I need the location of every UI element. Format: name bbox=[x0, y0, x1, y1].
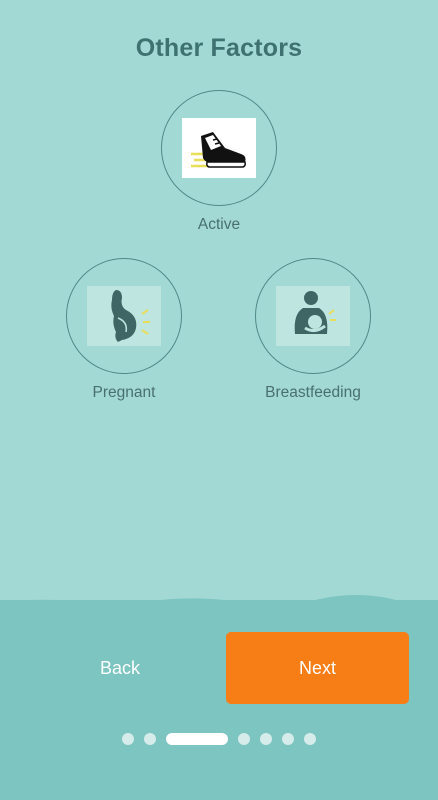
factor-active[interactable]: Active bbox=[160, 90, 278, 234]
breastfeeding-icon bbox=[276, 286, 350, 346]
page-dot bbox=[260, 733, 272, 745]
page-dot bbox=[144, 733, 156, 745]
factor-active-label: Active bbox=[197, 216, 241, 233]
pregnant-icon bbox=[87, 286, 161, 346]
sneaker-icon bbox=[182, 118, 256, 178]
page-indicator bbox=[0, 733, 438, 745]
next-button[interactable]: Next bbox=[226, 632, 409, 704]
factor-pregnant-circle[interactable] bbox=[66, 258, 182, 374]
page-dot-current bbox=[166, 733, 228, 745]
page-dot bbox=[282, 733, 294, 745]
factor-pregnant-label: Pregnant bbox=[92, 384, 156, 401]
factor-breastfeeding[interactable]: Breastfeeding bbox=[254, 258, 372, 402]
factor-active-circle[interactable] bbox=[161, 90, 277, 206]
factor-pregnant[interactable]: Pregnant bbox=[65, 258, 183, 402]
factor-breastfeeding-circle[interactable] bbox=[255, 258, 371, 374]
page-dot bbox=[122, 733, 134, 745]
page-title: Other Factors bbox=[135, 34, 303, 62]
factor-breastfeeding-label: Breastfeeding bbox=[265, 384, 361, 401]
page-dot bbox=[304, 733, 316, 745]
back-button[interactable]: Back bbox=[60, 632, 180, 704]
page-dot bbox=[238, 733, 250, 745]
